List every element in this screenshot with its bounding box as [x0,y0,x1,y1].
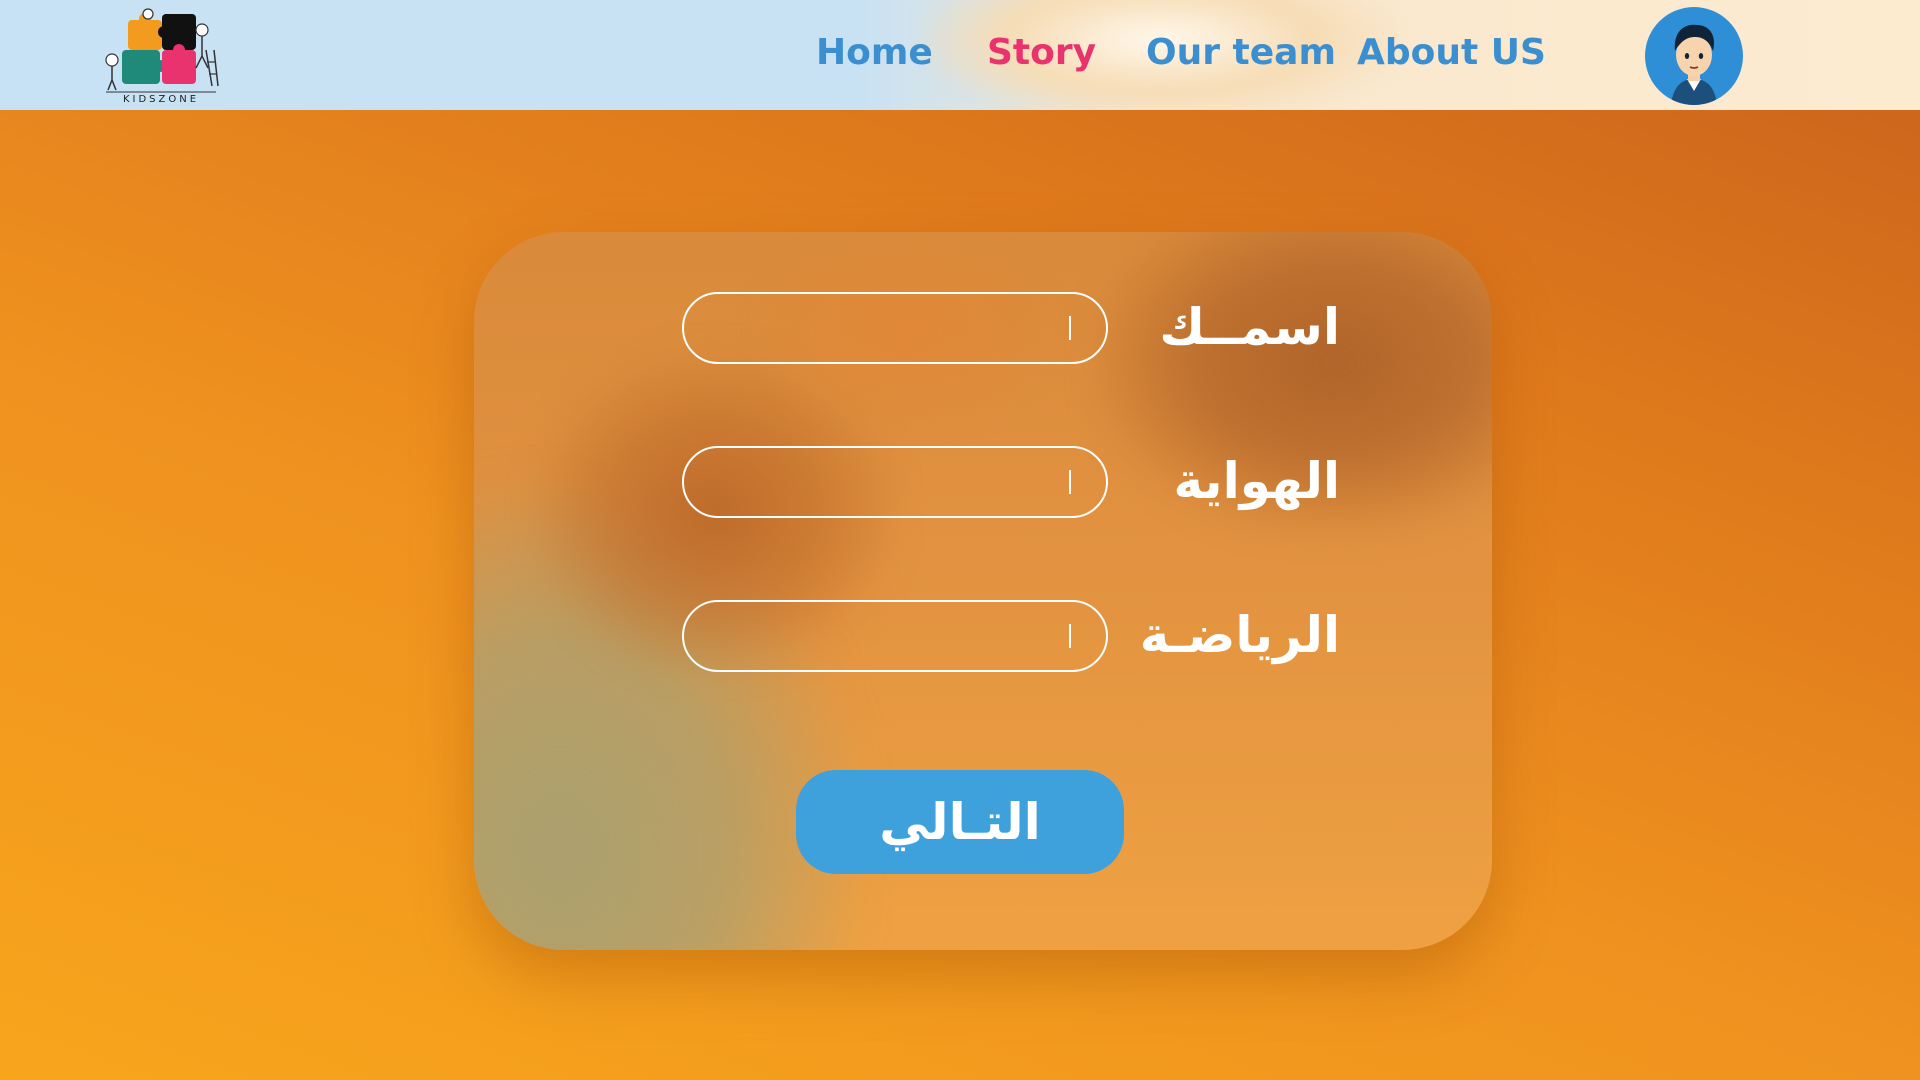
nav-our-team[interactable]: Our team [1146,32,1336,82]
text-cursor [1069,316,1071,340]
nav-about-us[interactable]: About US [1357,32,1546,82]
top-navigation-bar: KIDSZONE Home Story Our team About US [0,0,1920,110]
sport-label: الرياضـة [1139,606,1340,664]
hobby-label: الهواية [1173,452,1340,510]
nav-home[interactable]: Home [816,32,933,82]
sport-input[interactable] [682,600,1108,672]
kidszone-logo[interactable]: KIDSZONE [102,6,220,106]
name-input[interactable] [682,292,1108,364]
puzzle-logo-icon [105,8,219,93]
boy-avatar-icon [1671,24,1717,105]
next-button[interactable]: التـالي [796,770,1124,874]
hobby-input[interactable] [682,446,1108,518]
text-cursor [1069,470,1071,494]
name-label: اسمــك [1159,298,1340,356]
logo-wordmark: KIDSZONE [122,94,200,105]
user-avatar[interactable] [1645,7,1743,105]
text-cursor [1069,624,1071,648]
nav-story[interactable]: Story [987,32,1096,82]
